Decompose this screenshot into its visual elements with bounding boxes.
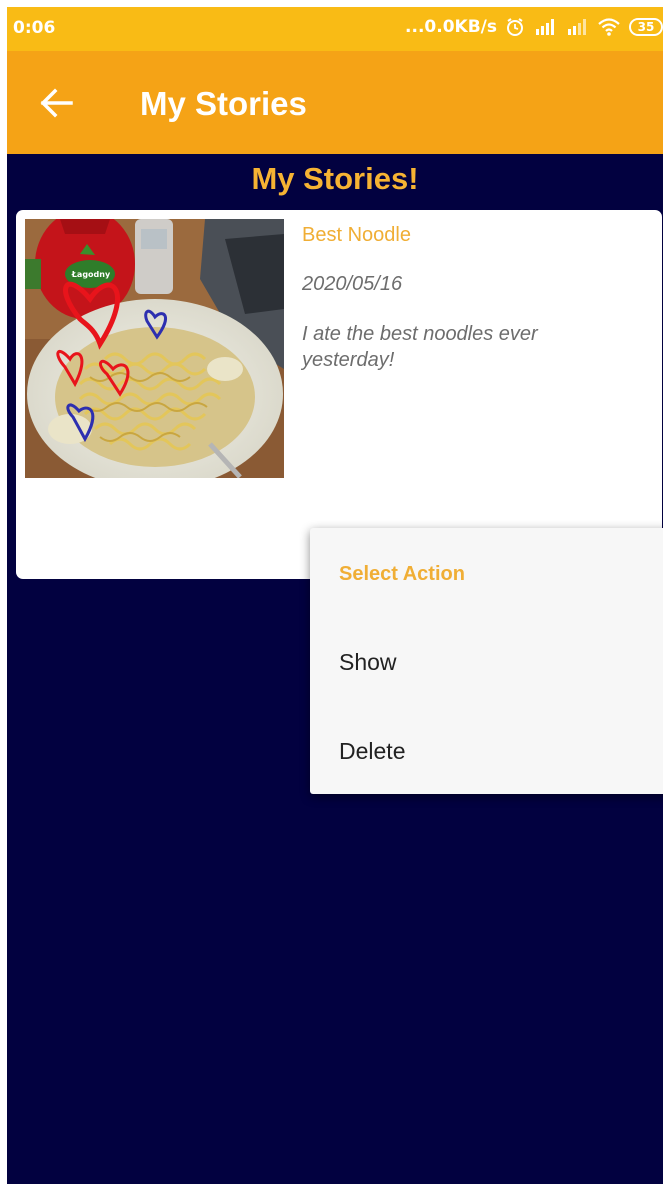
wifi-icon bbox=[597, 17, 621, 37]
ketchup-label: Łagodny bbox=[71, 270, 111, 279]
signal-icon bbox=[533, 18, 557, 36]
page-heading: My Stories! bbox=[251, 161, 419, 196]
signal-icon-secondary bbox=[565, 18, 589, 36]
back-button[interactable] bbox=[37, 85, 75, 121]
story-date: 2020/05/16 bbox=[302, 273, 403, 295]
status-time: 0:06 bbox=[13, 18, 56, 38]
app-bar: My Stories bbox=[7, 51, 663, 154]
story-description: I ate the best noodles ever yesterday! bbox=[302, 323, 538, 371]
story-card[interactable]: Łagodny Best Noodle 2020/05/16 I ate the… bbox=[16, 210, 662, 579]
alarm-icon bbox=[505, 17, 525, 37]
battery-icon: 35 bbox=[629, 18, 663, 36]
phone-screen: 0:06 ...0.0KB/s 35 My Stories My Stories… bbox=[7, 7, 663, 1184]
menu-item-show[interactable]: Show bbox=[310, 627, 663, 697]
context-menu: Select Action Show Delete bbox=[310, 528, 663, 794]
story-title: Best Noodle bbox=[302, 224, 411, 246]
app-title: My Stories bbox=[140, 85, 307, 122]
story-image[interactable]: Łagodny bbox=[25, 219, 284, 478]
menu-item-delete[interactable]: Delete bbox=[310, 716, 663, 786]
network-speed: ...0.0KB/s bbox=[405, 17, 497, 37]
status-bar: 0:06 ...0.0KB/s 35 bbox=[7, 7, 663, 51]
context-menu-title: Select Action bbox=[339, 563, 465, 585]
arrow-left-icon bbox=[40, 88, 73, 118]
status-icons: ...0.0KB/s 35 bbox=[405, 17, 663, 37]
